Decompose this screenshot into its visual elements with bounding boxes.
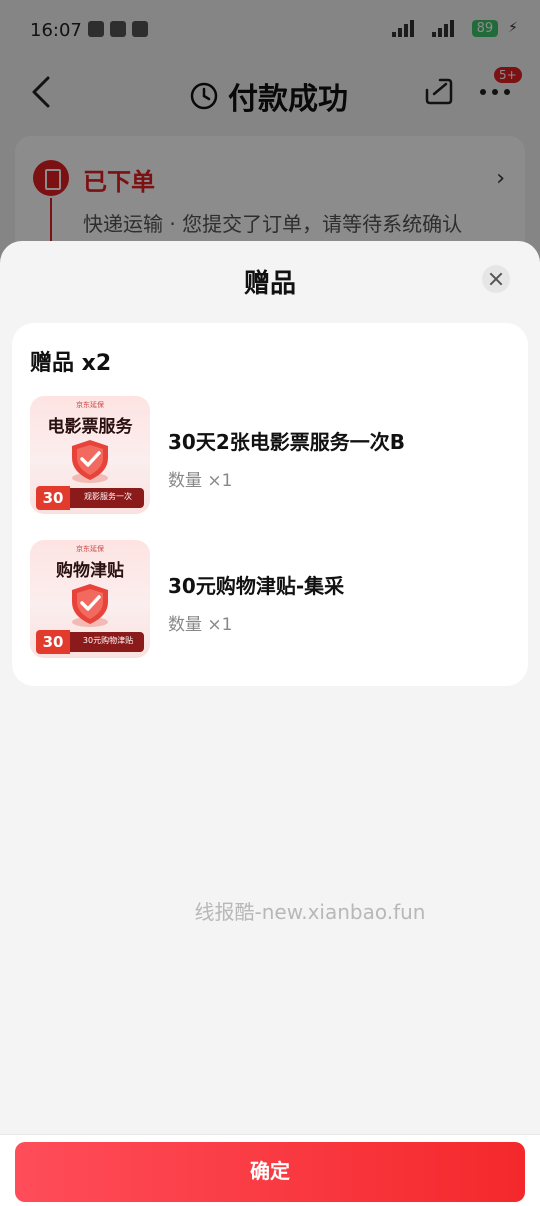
gift-list-card: 赠品 x2 京东延保 电影票服务 30 观影服务一次 30天2张电影票服务一次B…: [12, 323, 528, 686]
gift-quantity: 数量 ×1: [168, 615, 233, 635]
thumb-number: 30: [36, 630, 70, 654]
thumb-number: 30: [36, 486, 70, 510]
thumb-title: 购物津贴: [56, 561, 124, 581]
thumb-brand: 京东延保: [76, 401, 104, 409]
sheet-title: 赠品: [243, 269, 296, 299]
thumb-brand: 京东延保: [76, 545, 104, 553]
gift-count-header: 赠品 x2: [30, 351, 112, 376]
gift-item[interactable]: 京东延保 电影票服务 30 观影服务一次 30天2张电影票服务一次B 数量 ×1: [30, 396, 520, 514]
gift-quantity: 数量 ×1: [168, 471, 233, 491]
gift-item[interactable]: 京东延保 购物津贴 30 30元购物津贴 30元购物津贴-集采 数量 ×1: [30, 540, 520, 658]
gift-name: 30元购物津贴-集采: [168, 574, 345, 598]
shield-check-icon: [72, 584, 108, 627]
thumb-title: 电影票服务: [47, 417, 133, 437]
thumb-tag-text: 观影服务一次: [84, 492, 132, 501]
shield-check-icon: [72, 440, 108, 483]
thumb-tag-bar: 30 观影服务一次: [36, 486, 144, 510]
gift-thumbnail: 京东延保 购物津贴 30 30元购物津贴: [30, 540, 150, 658]
watermark-text: 线报酷-new.xianbao.fun: [194, 900, 426, 924]
gift-name: 30天2张电影票服务一次B: [168, 430, 405, 454]
confirm-button[interactable]: 确定: [15, 1142, 525, 1202]
thumb-tag-text: 30元购物津贴: [82, 636, 134, 645]
gift-bottom-sheet: 赠品 赠品 x2 京东延保 电影票服务 30 观影服务一次 30天2张电影票服务…: [0, 241, 540, 1206]
close-icon[interactable]: [482, 265, 510, 293]
gift-thumbnail: 京东延保 电影票服务 30 观影服务一次: [30, 396, 150, 514]
thumb-tag-bar: 30 30元购物津贴: [36, 630, 144, 654]
sheet-footer: 确定: [0, 1134, 540, 1206]
